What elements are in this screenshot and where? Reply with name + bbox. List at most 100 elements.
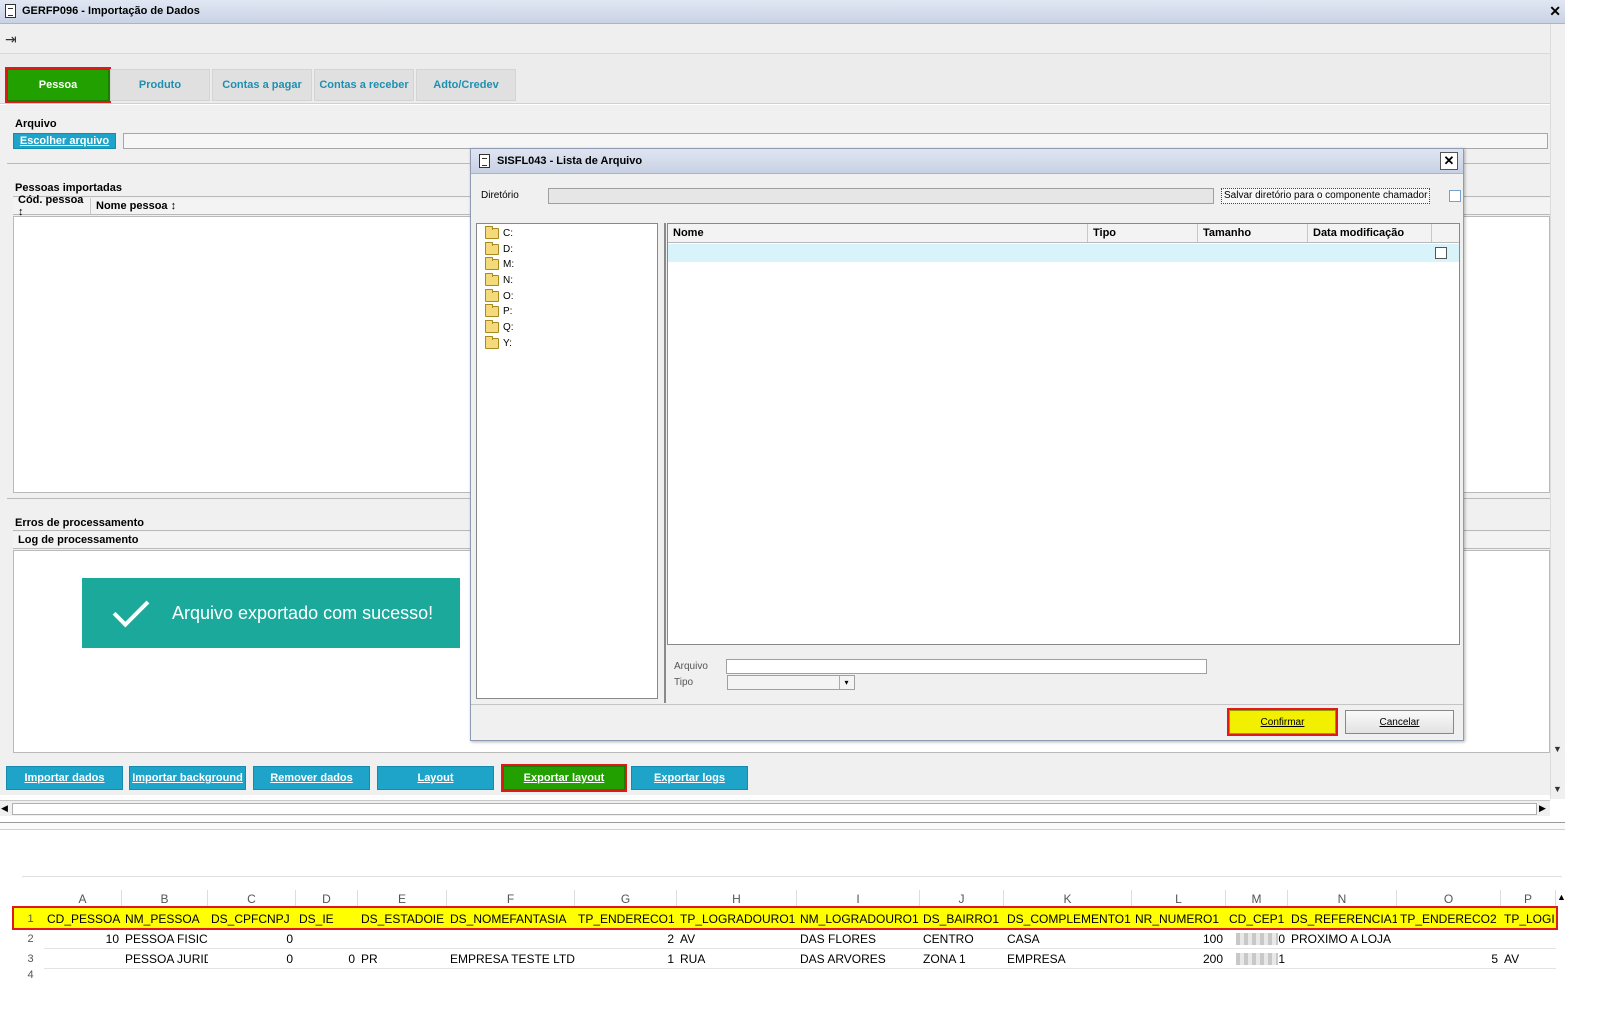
drive-item[interactable]: M:: [485, 257, 514, 272]
sheet-cell[interactable]: NM_PESSOA: [122, 909, 208, 928]
sheet-cell[interactable]: 0: [208, 949, 296, 968]
sheet-cell[interactable]: DS_REFERENCIA1: [1288, 909, 1397, 928]
layout-button[interactable]: Layout: [377, 766, 494, 790]
sheet-cell[interactable]: 0: [296, 949, 358, 968]
sheet-cell[interactable]: CENTRO: [920, 929, 1004, 948]
sheet-cell[interactable]: DS_IE: [296, 909, 358, 928]
column-header[interactable]: D: [296, 890, 358, 908]
column-header[interactable]: P: [1501, 890, 1556, 908]
sheet-cell[interactable]: DS_NOMEFANTASIA: [447, 909, 575, 928]
scroll-thumb[interactable]: [12, 803, 1537, 815]
drive-item[interactable]: Q:: [485, 320, 514, 335]
import-background-button[interactable]: Importar background: [129, 766, 246, 790]
row-header[interactable]: 3: [18, 949, 43, 968]
sheet-cell[interactable]: 0: [1226, 929, 1288, 948]
column-header[interactable]: B: [122, 890, 208, 908]
col-nome[interactable]: Nome: [668, 224, 1088, 242]
sheet-cell[interactable]: DAS FLORES: [797, 929, 920, 948]
column-header[interactable]: K: [1004, 890, 1132, 908]
sheet-cell[interactable]: ZONA 1: [920, 949, 1004, 968]
sheet-cell[interactable]: AV: [1501, 949, 1555, 968]
sheet-cell[interactable]: AV: [677, 929, 797, 948]
column-header[interactable]: L: [1132, 890, 1226, 908]
scroll-down-icon[interactable]: ▼: [1553, 744, 1562, 754]
sheet-cell[interactable]: EMPRESA TESTE LTDA: [447, 949, 575, 968]
sheet-cell[interactable]: PROXIMO A LOJA: [1288, 929, 1397, 948]
column-header[interactable]: F: [447, 890, 575, 908]
sheet-cell[interactable]: PESSOA JURIDICA: [122, 949, 208, 968]
scroll-right-icon[interactable]: ▶: [1539, 803, 1546, 814]
row-header[interactable]: 4: [18, 969, 43, 981]
sheet-cell[interactable]: PR: [358, 949, 447, 968]
sheet-cell[interactable]: DS_BAIRRO1: [920, 909, 1004, 928]
export-logs-button[interactable]: Exportar logs: [631, 766, 748, 790]
save-directory-label[interactable]: Salvar diretório para o componente chama…: [1221, 188, 1431, 204]
sheet-cell[interactable]: TP_ENDERECO1: [575, 909, 677, 928]
tab-pessoa[interactable]: Pessoa: [5, 67, 111, 103]
sheet-cell[interactable]: TP_LOGRADOURO1: [677, 909, 797, 928]
sheet-cell[interactable]: CASA: [1004, 929, 1132, 948]
close-icon[interactable]: ✕: [1440, 152, 1458, 170]
col-data-modificacao[interactable]: Data modificação: [1308, 224, 1432, 242]
column-header[interactable]: C: [208, 890, 296, 908]
confirm-button[interactable]: Confirmar: [1227, 708, 1338, 736]
drive-item[interactable]: P:: [485, 304, 512, 319]
col-nome-pessoa[interactable]: Nome pessoa ↕: [91, 198, 491, 214]
tab-contas-a-receber[interactable]: Contas a receber: [314, 69, 414, 101]
file-row-checkbox[interactable]: [1435, 247, 1447, 259]
drive-item[interactable]: N:: [485, 273, 513, 288]
sheet-cell[interactable]: DAS ARVORES: [797, 949, 920, 968]
import-data-button[interactable]: Importar dados: [6, 766, 123, 790]
sheet-cell[interactable]: DS_ESTADOIE: [358, 909, 447, 928]
sheet-cell[interactable]: CD_CEP1: [1226, 909, 1288, 928]
row-header[interactable]: 1: [18, 909, 43, 928]
file-name-input[interactable]: [726, 659, 1207, 674]
horizontal-scrollbar[interactable]: ◀ ▶: [0, 800, 1550, 816]
sheet-cell[interactable]: 2: [575, 929, 677, 948]
row-header[interactable]: 2: [18, 929, 43, 948]
sheet-cell[interactable]: DS_COMPLEMENTO1: [1004, 909, 1132, 928]
sheet-cell[interactable]: TP_LOGI: [1501, 909, 1555, 928]
file-row[interactable]: [668, 244, 1459, 262]
scroll-down-icon[interactable]: ▼: [1553, 784, 1562, 794]
sheet-cell[interactable]: NR_NUMERO1: [1132, 909, 1226, 928]
sheet-cell[interactable]: DS_CPFCNPJ: [208, 909, 296, 928]
col-tipo[interactable]: Tipo: [1088, 224, 1198, 242]
save-directory-checkbox[interactable]: [1449, 190, 1461, 202]
sheet-cell[interactable]: CD_PESSOA: [44, 909, 122, 928]
scroll-left-icon[interactable]: ◀: [1, 803, 8, 814]
col-tamanho[interactable]: Tamanho: [1198, 224, 1308, 242]
sheet-cell[interactable]: 0: [208, 929, 296, 948]
sheet-cell[interactable]: EMPRESA: [1004, 949, 1132, 968]
splitter[interactable]: [664, 223, 666, 703]
tab-contas-a-pagar[interactable]: Contas a pagar: [212, 69, 312, 101]
directory-field[interactable]: [548, 188, 1214, 204]
tab-produto[interactable]: Produto: [110, 69, 210, 101]
sheet-cell[interactable]: TP_ENDERECO2: [1397, 909, 1501, 928]
column-header[interactable]: I: [797, 890, 920, 908]
exit-icon[interactable]: ⇥: [5, 31, 17, 48]
column-header[interactable]: J: [920, 890, 1004, 908]
scroll-up-icon[interactable]: ▲: [1557, 892, 1566, 902]
column-header[interactable]: N: [1288, 890, 1397, 908]
cancel-button[interactable]: Cancelar: [1345, 710, 1454, 734]
tab-adto-credev[interactable]: Adto/Credev: [416, 69, 516, 101]
sheet-cell[interactable]: 1: [575, 949, 677, 968]
sheet-cell[interactable]: PESSOA FISICA: [122, 929, 208, 948]
file-path-field[interactable]: [123, 133, 1548, 149]
sheet-cell[interactable]: 200: [1132, 949, 1226, 968]
chevron-down-icon[interactable]: ▾: [839, 676, 853, 689]
choose-file-button[interactable]: Escolher arquivo: [13, 133, 116, 149]
sheet-cell[interactable]: 10: [44, 929, 122, 948]
column-header[interactable]: A: [44, 890, 122, 908]
vertical-scrollbar[interactable]: ▼ ▼: [1550, 24, 1565, 799]
drive-item[interactable]: Y:: [485, 336, 512, 351]
type-select[interactable]: ▾: [727, 675, 855, 690]
column-header[interactable]: G: [575, 890, 677, 908]
column-header[interactable]: H: [677, 890, 797, 908]
drive-item[interactable]: C:: [485, 226, 513, 241]
column-header[interactable]: E: [358, 890, 447, 908]
sheet-cell[interactable]: RUA: [677, 949, 797, 968]
drive-item[interactable]: D:: [485, 242, 513, 257]
sheet-cell[interactable]: 100: [1132, 929, 1226, 948]
